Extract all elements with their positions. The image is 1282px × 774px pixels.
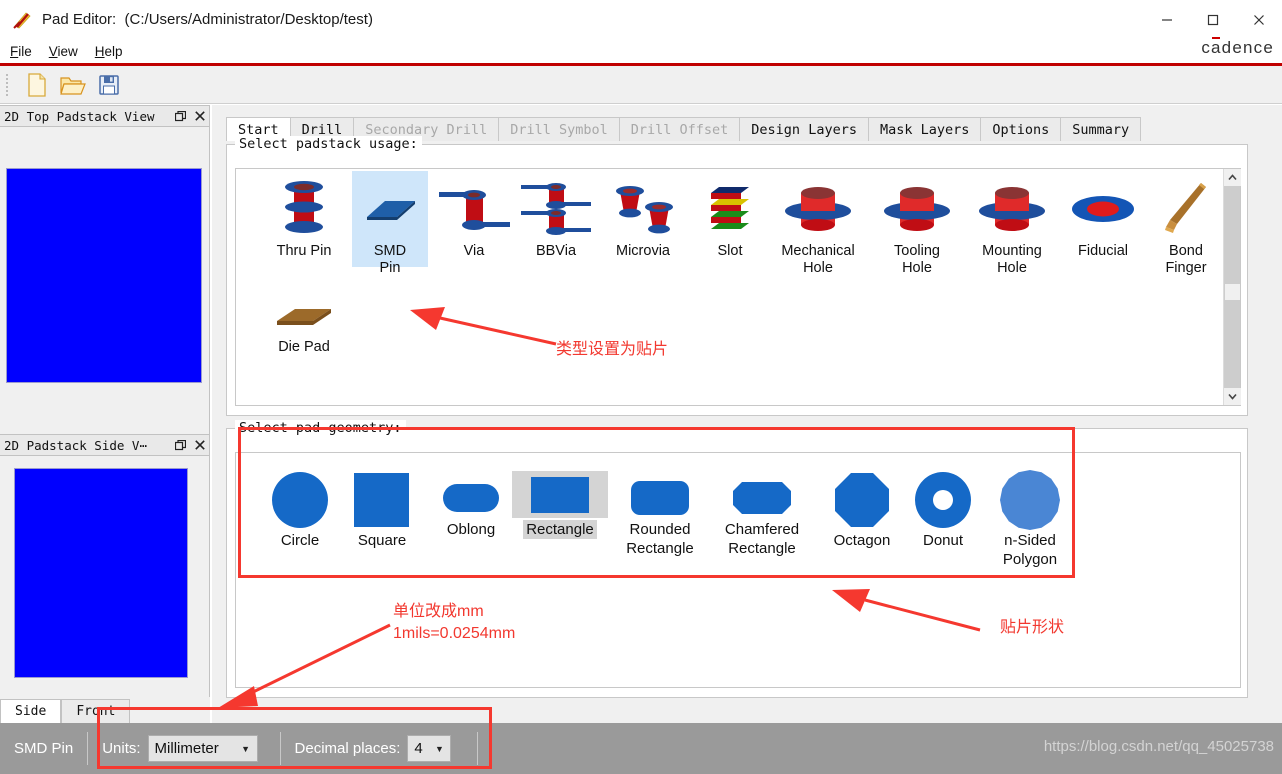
status-mode: SMD Pin: [14, 740, 74, 757]
cadence-logo: cadence: [1201, 38, 1274, 57]
tab-options[interactable]: Options: [980, 117, 1062, 141]
scroll-up-icon[interactable]: [1224, 169, 1241, 186]
view-tab-side[interactable]: Side: [0, 699, 62, 723]
close-button[interactable]: [1236, 0, 1282, 39]
bbvia-icon: [517, 177, 595, 239]
tab-mask-layers[interactable]: Mask Layers: [867, 117, 982, 141]
maximize-button[interactable]: [1190, 0, 1236, 39]
smd-pin-icon: [359, 177, 421, 239]
close-icon[interactable]: [195, 440, 205, 452]
save-icon[interactable]: [94, 71, 124, 99]
padstack-usage-group: Select padstack usage: Thru Pin SMD Pin …: [226, 136, 1248, 416]
new-file-icon[interactable]: [22, 71, 52, 99]
watermark: https://blog.csdn.net/qq_45025738: [1043, 738, 1274, 755]
bond-finger-icon: [1157, 177, 1215, 239]
usage-label: Slot: [717, 243, 743, 259]
title-bar: Pad Editor: (C:/Users/Administrator/Desk…: [0, 0, 1282, 39]
usage-item-via[interactable]: Via: [432, 177, 516, 260]
usage-item-slot[interactable]: Slot: [688, 177, 772, 260]
left-panel-column: 2D Top Padstack View 2D Padstack Side V⋯: [0, 105, 210, 703]
close-icon[interactable]: [195, 111, 205, 123]
thru-pin-icon: [275, 177, 333, 239]
usage-item-mechanical-hole[interactable]: Mechanical Hole: [766, 177, 870, 277]
fiducial-icon: [1067, 177, 1139, 239]
tab-drill-symbol: Drill Symbol: [498, 117, 620, 141]
side-pad-shape: [14, 468, 188, 678]
open-folder-icon[interactable]: [58, 71, 88, 99]
via-icon: [436, 177, 512, 239]
usage-label: Mounting Hole: [982, 243, 1042, 276]
geometry-highlight-box: [238, 427, 1075, 578]
tooling-hole-icon: [878, 177, 956, 239]
padstack-side-view-canvas[interactable]: [0, 456, 210, 697]
tab-design-layers[interactable]: Design Layers: [739, 117, 869, 141]
menu-item-file[interactable]: File: [10, 44, 32, 59]
usage-label: SMD Pin: [373, 243, 407, 276]
padstack-usage-legend: Select padstack usage:: [235, 136, 422, 152]
window-title: Pad Editor: (C:/Users/Administrator/Desk…: [42, 11, 373, 28]
units-highlight-box: [97, 707, 492, 769]
scroll-down-icon[interactable]: [1224, 388, 1241, 405]
top-padstack-view-canvas[interactable]: [0, 127, 210, 434]
slot-icon: [697, 177, 763, 239]
scrollbar-track[interactable]: [1224, 186, 1240, 388]
menu-item-help[interactable]: Help: [95, 44, 123, 59]
scrollbar-thumb[interactable]: [1225, 284, 1240, 300]
usage-item-smd-pin[interactable]: SMD Pin: [352, 171, 428, 276]
usage-label: Thru Pin: [276, 243, 332, 259]
pad-editor-window: Pad Editor: (C:/Users/Administrator/Desk…: [0, 0, 1282, 774]
toolbar: [0, 66, 1282, 104]
menu-item-view[interactable]: View: [49, 44, 78, 59]
die-pad-icon: [269, 295, 339, 335]
usage-item-mounting-hole[interactable]: Mounting Hole: [962, 177, 1062, 277]
padstack-side-view-title: 2D Padstack Side V⋯: [4, 437, 147, 453]
top-pad-shape: [6, 168, 202, 383]
geometry-note: 贴片形状: [1000, 619, 1065, 636]
minimize-button[interactable]: [1144, 0, 1190, 39]
mechanical-hole-icon: [779, 177, 857, 239]
mounting-hole-icon: [973, 177, 1051, 239]
float-icon[interactable]: [174, 110, 187, 124]
usage-label: Mechanical Hole: [781, 243, 855, 276]
pad-editor-icon: [12, 9, 34, 31]
usage-item-microvia[interactable]: Microvia: [598, 177, 688, 260]
usage-label: Die Pad: [278, 339, 330, 355]
menu-bar: File View Help: [0, 39, 1282, 63]
toolbar-grip[interactable]: [3, 71, 12, 98]
padstack-side-view-header: 2D Padstack Side V⋯: [0, 434, 210, 456]
usage-item-die-pad[interactable]: Die Pad: [258, 295, 350, 356]
usage-label: BBVia: [535, 243, 577, 259]
usage-item-bond-finger[interactable]: Bond Finger: [1144, 177, 1228, 277]
usage-label: Microvia: [616, 243, 670, 259]
microvia-icon: [603, 177, 683, 239]
usage-item-fiducial[interactable]: Fiducial: [1062, 177, 1144, 260]
usage-item-bbvia[interactable]: BBVia: [514, 177, 598, 260]
top-padstack-view-header: 2D Top Padstack View: [0, 105, 210, 127]
usage-label: Bond Finger: [1165, 243, 1207, 276]
usage-label: Via: [463, 243, 485, 259]
window-controls: [1144, 0, 1282, 39]
units-note: 单位改成mm 1mils=0.0254mm: [393, 603, 516, 642]
main-content: Start Drill Secondary Drill Drill Symbol…: [212, 105, 1282, 723]
tab-summary[interactable]: Summary: [1060, 117, 1142, 141]
usage-label: Fiducial: [1078, 243, 1128, 259]
usage-item-tooling-hole[interactable]: Tooling Hole: [870, 177, 964, 277]
top-padstack-view-title: 2D Top Padstack View: [4, 108, 155, 124]
usage-scrollbar[interactable]: [1223, 169, 1241, 405]
usage-item-thru-pin[interactable]: Thru Pin: [260, 177, 348, 260]
tab-drill-offset: Drill Offset: [618, 117, 741, 141]
padstack-usage-list: Thru Pin SMD Pin Via BBVia Microvia Slot…: [235, 168, 1241, 406]
usage-note: 类型设置为贴片: [556, 341, 669, 358]
float-icon[interactable]: [174, 439, 187, 453]
usage-label: Tooling Hole: [894, 243, 940, 276]
